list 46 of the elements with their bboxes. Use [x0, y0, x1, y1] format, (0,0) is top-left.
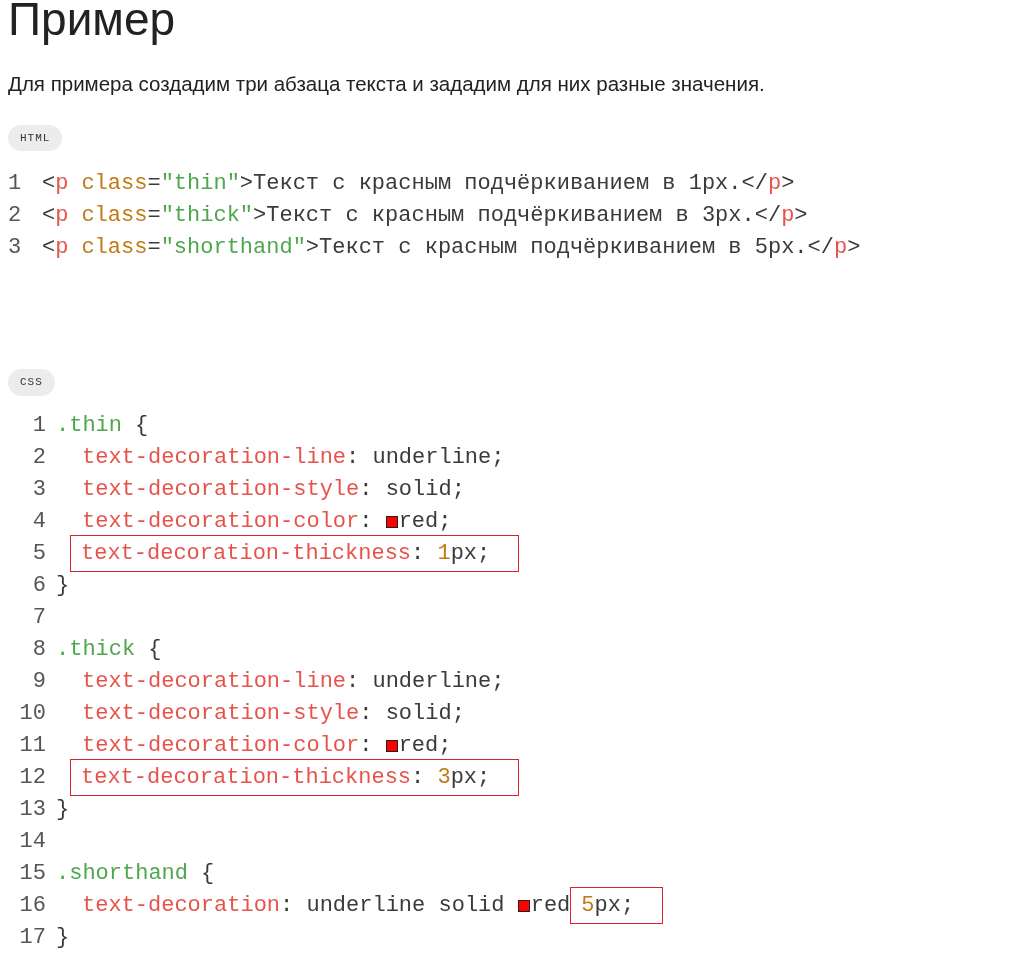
code-text: <p class="shorthand">Текст с красным подчёркиванием в 5px.</p> [42, 233, 861, 262]
line-number: 3 [8, 233, 23, 262]
line-number: 13 [18, 796, 47, 825]
line-number: 6 [31, 572, 47, 601]
code-text: <p class="thin">Текст с красным подчёркиванием в 1px.</p> [42, 169, 795, 198]
line-number: 2 [31, 444, 47, 473]
code-text: <p class="thick">Текст с красным подчёркиванием в 3px.</p> [42, 201, 808, 230]
highlighted-code: text-decoration-thickness: 3px; [70, 759, 520, 797]
line-number: 11 [18, 732, 47, 761]
line-number: 15 [18, 860, 47, 889]
code-text: text-decoration-line: underline; [82, 668, 505, 697]
code-text: text-decoration: underline solid [82, 892, 506, 921]
code-text: red; [398, 732, 452, 761]
code-text: text-decoration-color: [82, 508, 374, 537]
line-number: 10 [18, 700, 47, 729]
line-number: 3 [31, 476, 47, 505]
code-text: } [56, 796, 70, 825]
line-number: 16 [18, 892, 47, 921]
intro-text: Для примера создадим три абзаца текста и зададим для них разные значения. [8, 71, 766, 98]
code-text: text-decoration-style: solid; [82, 700, 465, 729]
language-label: CSS [8, 369, 55, 396]
highlighted-code: 5px; [570, 887, 664, 925]
code-text: red [530, 892, 571, 921]
line-number: 2 [8, 201, 23, 230]
highlighted-code: text-decoration-thickness: 1px; [70, 535, 520, 573]
code-text: .thin { [56, 412, 149, 441]
line-number: 7 [31, 604, 47, 633]
code-text: .shorthand { [56, 860, 215, 889]
line-number: 8 [31, 636, 47, 665]
code-text: .thick { [56, 636, 162, 665]
code-text: } [56, 572, 70, 601]
code-text: text-decoration-color: [82, 732, 374, 761]
code-text: text-decoration-style: solid; [82, 476, 465, 505]
page-heading: Пример [8, 0, 177, 47]
code-text: red; [398, 508, 452, 537]
code-text: } [56, 924, 70, 953]
line-number: 4 [31, 508, 47, 537]
language-label: HTML [8, 124, 63, 152]
line-number: 1 [8, 169, 23, 198]
code-text: text-decoration-line: underline; [82, 444, 505, 473]
line-number: 17 [18, 924, 47, 953]
line-number: 5 [31, 540, 47, 569]
line-number: 1 [31, 412, 47, 441]
line-number: 14 [18, 828, 47, 857]
line-number: 12 [18, 764, 47, 793]
line-number: 9 [31, 668, 47, 697]
